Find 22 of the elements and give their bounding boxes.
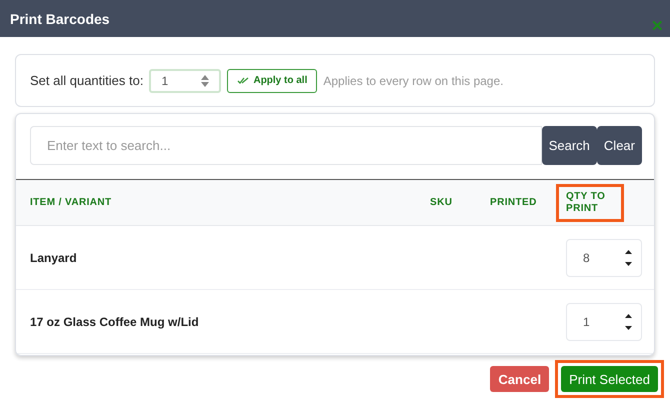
window-title: Print Barcodes xyxy=(10,10,110,26)
search-field[interactable]: Enter text to search... xyxy=(30,126,542,165)
spinner-icon xyxy=(624,312,633,330)
quantity-label: Set all quantities to: xyxy=(30,73,144,88)
quantity-field[interactable]: 1 xyxy=(149,68,222,92)
apply-button[interactable]: Apply to all xyxy=(227,68,318,92)
cancel-button[interactable]: Cancel xyxy=(490,366,550,392)
print-button[interactable]: Print Selected xyxy=(561,366,658,392)
search-action-button[interactable]: Clear xyxy=(596,126,642,165)
column-header: SKU xyxy=(430,197,452,208)
item-name: Lanyard xyxy=(30,250,77,264)
spinner-icon xyxy=(201,74,210,86)
column-header: QTY TO PRINT xyxy=(556,184,624,222)
quantity-input[interactable]: 1 xyxy=(566,302,642,340)
item-name: 17 oz Glass Coffee Mug w/Lid xyxy=(30,314,199,328)
column-header: PRINTED xyxy=(490,197,537,208)
search-action-button[interactable]: Search xyxy=(542,126,597,165)
column-header: ITEM / VARIANT xyxy=(30,197,112,208)
quantity-input[interactable]: 8 xyxy=(566,238,642,276)
hint-text: Applies to every row on this page. xyxy=(323,74,504,88)
check-icon xyxy=(237,76,250,84)
spinner-icon xyxy=(624,248,633,266)
